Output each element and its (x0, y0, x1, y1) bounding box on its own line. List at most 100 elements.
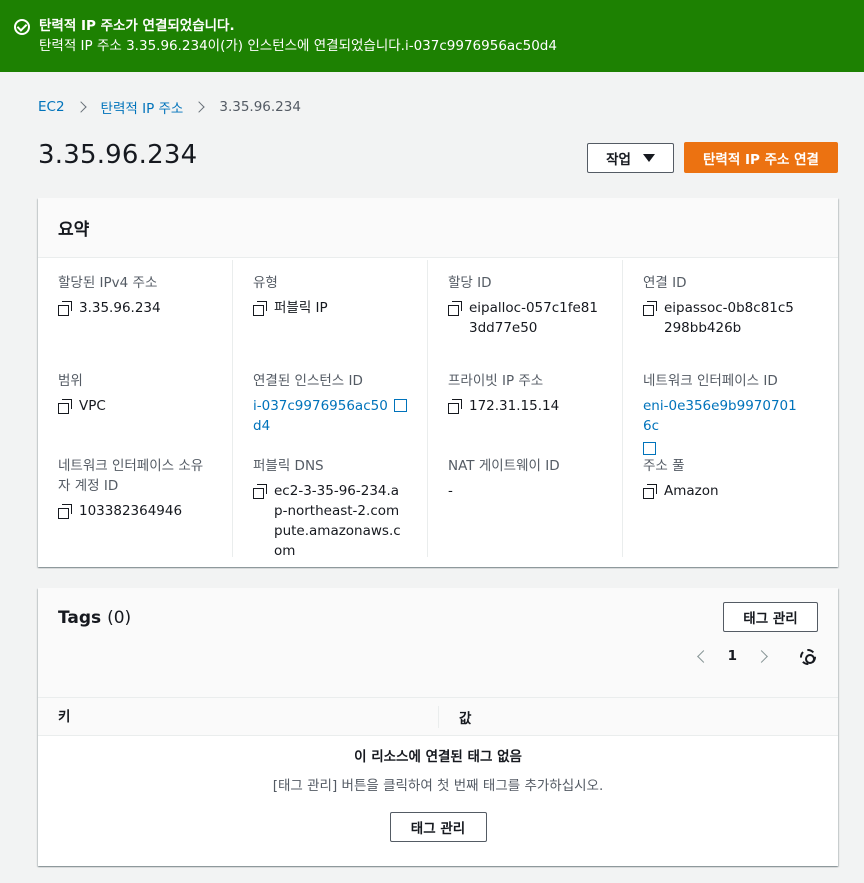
copy-icon[interactable] (58, 301, 72, 316)
summary-column-2: 유형 퍼블릭 IP 연결된 인스턴스 ID i-037c9976956ac50d… (233, 260, 428, 559)
column-header-key[interactable]: 키 (38, 705, 439, 728)
settings-gear-icon[interactable] (800, 649, 816, 665)
field-value: Amazon (643, 481, 798, 501)
network-interface-value[interactable]: eni-0e356e9b99707016c (643, 396, 798, 436)
field-private-ip: 프라이빗 IP 주소 172.31.15.14 (448, 371, 602, 443)
external-link-icon[interactable] (394, 398, 408, 412)
summary-column-4: 연결 ID eipassoc-0b8c81c5298bb426b 네트워크 인터… (623, 260, 818, 557)
field-label: 퍼블릭 DNS (253, 458, 324, 474)
field-label: 연결된 인스턴스 ID (253, 373, 363, 389)
copy-icon[interactable] (643, 301, 657, 316)
field-value: eipalloc-057c1fe813dd77e50 (448, 298, 602, 338)
associated-instance-value[interactable]: i-037c9976956ac50d4 (253, 396, 388, 436)
type-value: 퍼블릭 IP (274, 300, 328, 316)
empty-title: 이 리소스에 연결된 태그 없음 (354, 749, 522, 765)
field-type: 유형 퍼블릭 IP (253, 273, 407, 358)
empty-manage-tags-label: 태그 관리 (410, 821, 466, 837)
associated-instance-link[interactable]: i-037c9976956ac50d4 (253, 396, 408, 436)
flash-message: 탄력적 IP 주소 3.35.96.234이(가) 인스턴스에 연결되었습니다.… (39, 38, 557, 54)
public-dns-value: ec2-3-35-96-234.ap-northeast-2.compute.a… (274, 483, 401, 559)
breadcrumb-elastic-ip-link[interactable]: 탄력적 IP 주소 (101, 97, 184, 117)
owner-account-value: 103382364946 (79, 503, 183, 519)
field-nat-gateway: NAT 게이트웨이 ID - (448, 456, 602, 501)
tags-header: Tags (0) 태그 관리 1 (38, 588, 838, 698)
tags-panel: Tags (0) 태그 관리 1 키 값 이 리소스에 연결된 태그 없음 [태… (38, 588, 838, 866)
caret-down-icon (642, 154, 655, 162)
field-label: 범위 (58, 373, 83, 389)
field-value: 퍼블릭 IP (253, 298, 407, 318)
private-ip-value: 172.31.15.14 (469, 398, 560, 414)
copy-icon[interactable] (448, 399, 462, 414)
field-allocated-ipv4: 할당된 IPv4 주소 3.35.96.234 (58, 273, 212, 358)
field-value: ec2-3-35-96-234.ap-northeast-2.compute.a… (253, 481, 407, 561)
page-title: 3.35.96.234 (38, 140, 198, 170)
field-public-dns: 퍼블릭 DNS ec2-3-35-96-234.ap-northeast-2.c… (253, 456, 407, 561)
previous-page-icon[interactable] (696, 649, 710, 663)
copy-icon[interactable] (58, 399, 72, 414)
flash-title: 탄력적 IP 주소가 연결되었습니다. (39, 18, 235, 34)
field-label: 네트워크 인터페이스 ID (643, 373, 778, 389)
empty-manage-tags-button[interactable]: 태그 관리 (389, 812, 487, 842)
copy-icon[interactable] (643, 484, 657, 499)
field-value: - (448, 481, 602, 501)
field-association-id: 연결 ID eipassoc-0b8c81c5298bb426b (643, 273, 798, 358)
field-label: 프라이빗 IP 주소 (448, 373, 544, 389)
associate-elastic-ip-button[interactable]: 탄력적 IP 주소 연결 (684, 142, 838, 173)
field-address-pool: 주소 풀 Amazon (643, 456, 798, 501)
address-pool-value: Amazon (664, 483, 719, 499)
tags-table-header: 키 값 (38, 698, 838, 736)
summary-panel: 요약 할당된 IPv4 주소 3.35.96.234 범위 VPC 네트워크 인… (38, 198, 838, 567)
chevron-right-icon (74, 101, 87, 113)
page-number[interactable]: 1 (728, 648, 737, 664)
actions-label: 작업 (606, 152, 631, 168)
copy-icon[interactable] (58, 504, 72, 519)
manage-tags-label: 태그 관리 (743, 611, 798, 627)
field-allocation-id: 할당 ID eipalloc-057c1fe813dd77e50 (448, 273, 602, 358)
success-check-icon (14, 19, 30, 35)
allocation-id-value: eipalloc-057c1fe813dd77e50 (469, 300, 598, 336)
manage-tags-button[interactable]: 태그 관리 (723, 602, 818, 632)
scope-value: VPC (79, 398, 106, 414)
copy-icon[interactable] (448, 301, 462, 316)
allocated-ipv4-value: 3.35.96.234 (79, 300, 161, 316)
breadcrumb: EC2 탄력적 IP 주소 3.35.96.234 (38, 97, 301, 117)
field-network-interface: 네트워크 인터페이스 ID eni-0e356e9b99707016c (643, 371, 798, 455)
field-label: 연결 ID (643, 275, 687, 291)
field-value: eipassoc-0b8c81c5298bb426b (643, 298, 798, 338)
column-header-value[interactable]: 값 (439, 707, 471, 727)
next-page-icon[interactable] (755, 649, 768, 663)
association-id-value: eipassoc-0b8c81c5298bb426b (664, 300, 794, 336)
chevron-right-icon (193, 101, 206, 113)
field-value: VPC (58, 396, 212, 416)
tags-title: Tags (58, 608, 102, 628)
empty-description: [태그 관리] 버튼을 클릭하여 첫 번째 태그를 추가하십시오. (272, 778, 604, 794)
field-associated-instance: 연결된 인스턴스 ID i-037c9976956ac50d4 (253, 371, 408, 443)
summary-header: 요약 (38, 198, 838, 258)
tags-heading: Tags (0) (58, 608, 131, 628)
field-value: 3.35.96.234 (58, 298, 212, 318)
external-link-icon[interactable] (643, 441, 657, 455)
tags-empty-state: 이 리소스에 연결된 태그 없음 [태그 관리] 버튼을 클릭하여 첫 번째 태… (38, 736, 838, 842)
summary-grid: 할당된 IPv4 주소 3.35.96.234 범위 VPC 네트워크 인터페이… (38, 258, 838, 559)
field-value: 103382364946 (58, 501, 212, 521)
field-label: 네트워크 인터페이스 소유자 계정 ID (58, 458, 204, 494)
field-label: 할당된 IPv4 주소 (58, 275, 158, 291)
tags-count: (0) (107, 608, 132, 628)
summary-column-3: 할당 ID eipalloc-057c1fe813dd77e50 프라이빗 IP… (428, 260, 623, 557)
nat-gateway-value: - (448, 483, 453, 499)
network-interface-link[interactable]: eni-0e356e9b99707016c (643, 396, 798, 455)
breadcrumb-current: 3.35.96.234 (219, 99, 301, 115)
copy-icon[interactable] (253, 301, 267, 316)
summary-column-1: 할당된 IPv4 주소 3.35.96.234 범위 VPC 네트워크 인터페이… (38, 260, 233, 557)
field-label: 유형 (253, 275, 278, 291)
pagination: 1 (696, 648, 768, 664)
field-scope: 범위 VPC (58, 371, 212, 443)
field-label: 주소 풀 (643, 458, 685, 474)
actions-dropdown-button[interactable]: 작업 (587, 143, 674, 173)
success-flash-banner: 탄력적 IP 주소가 연결되었습니다. 탄력적 IP 주소 3.35.96.23… (0, 0, 864, 72)
associate-label: 탄력적 IP 주소 연결 (703, 151, 819, 168)
field-owner-account: 네트워크 인터페이스 소유자 계정 ID 103382364946 (58, 456, 212, 521)
copy-icon[interactable] (253, 484, 267, 499)
breadcrumb-ec2-link[interactable]: EC2 (38, 99, 65, 115)
field-label: 할당 ID (448, 275, 492, 291)
